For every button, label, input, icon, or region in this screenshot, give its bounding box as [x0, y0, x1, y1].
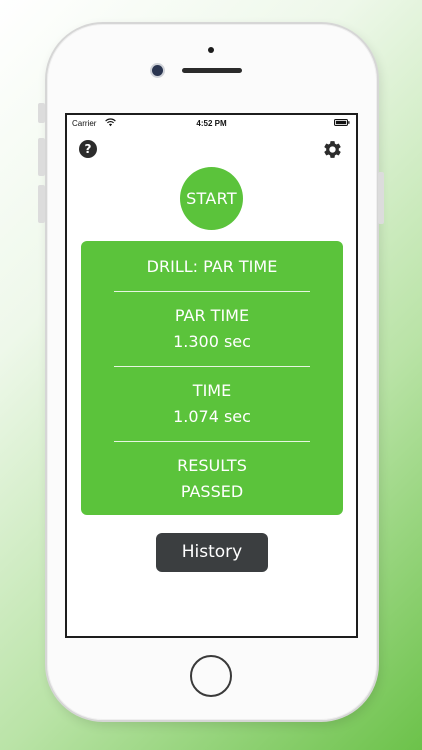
time-value: 1.074 sec: [173, 407, 251, 426]
card-divider: [114, 366, 310, 367]
par-time-value: 1.300 sec: [173, 332, 251, 351]
results-label: RESULTS: [177, 456, 247, 475]
history-button[interactable]: History: [156, 533, 268, 572]
results-value: PASSED: [180, 482, 244, 501]
settings-gear-icon[interactable]: [322, 139, 343, 160]
proximity-sensor: [208, 47, 214, 53]
status-time: 4:52 PM: [196, 119, 227, 128]
time-label: TIME: [192, 381, 232, 400]
volume-down-button: [38, 185, 45, 223]
volume-up-button: [38, 138, 45, 176]
battery-icon: [334, 119, 350, 126]
front-camera: [152, 65, 163, 76]
par-time-label: PAR TIME: [174, 306, 250, 325]
drill-results-card: DRILL: PAR TIME PAR TIME 1.300 sec TIME …: [81, 241, 343, 515]
drill-name: DRILL: PAR TIME: [146, 257, 278, 276]
app-screen: Carrier 4:52 PM ? START DRILL: PAR TIME …: [65, 113, 358, 638]
power-button: [378, 172, 384, 224]
card-divider: [114, 441, 310, 442]
card-divider: [114, 291, 310, 292]
start-button[interactable]: START: [180, 167, 243, 230]
mute-switch: [38, 103, 45, 123]
earpiece-speaker: [182, 68, 242, 73]
status-bar: Carrier 4:52 PM: [67, 115, 356, 133]
home-button[interactable]: [190, 655, 232, 697]
help-icon[interactable]: ?: [79, 140, 97, 158]
